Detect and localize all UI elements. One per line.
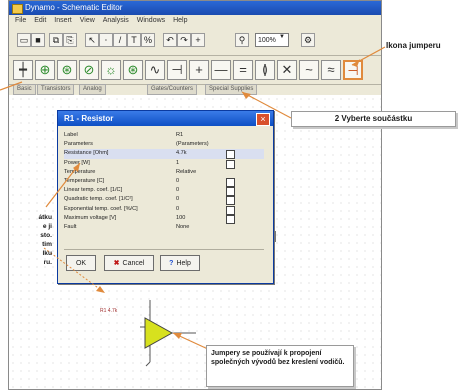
select-component-callout: 2 Vyberte součástku (291, 111, 456, 127)
tab-callout-arrow (0, 81, 23, 91)
component-symbol (140, 300, 196, 367)
left-callout-arrow (45, 162, 81, 208)
left-callout-arrow-2 (43, 247, 106, 294)
select-callout-arrow (241, 91, 292, 119)
jumper-icon-callout: Ikona jumperu (386, 41, 441, 50)
annotation-layer (0, 46, 386, 367)
jumpers-callout: Jumpery se používají k propojení společn… (206, 345, 354, 387)
left-callout-text: átku e ji sto. tim lku ru. (38, 214, 52, 266)
